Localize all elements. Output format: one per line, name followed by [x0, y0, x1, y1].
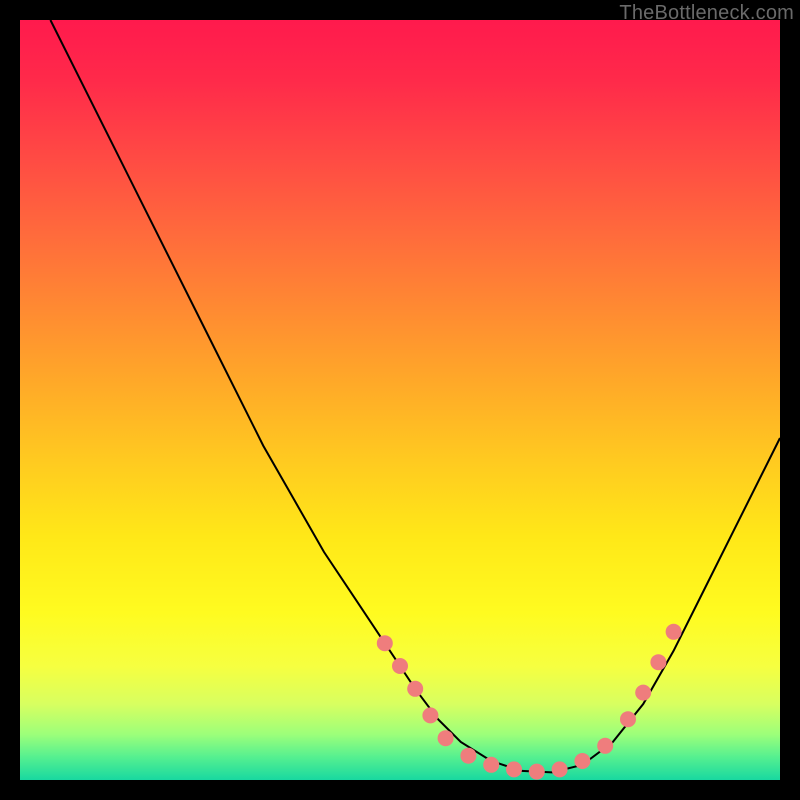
- curve-svg: [20, 20, 780, 780]
- curve-marker-dot: [506, 761, 522, 777]
- curve-marker-dot: [666, 624, 682, 640]
- curve-marker-dot: [377, 635, 393, 651]
- curve-marker-dot: [438, 730, 454, 746]
- curve-marker-dot: [392, 658, 408, 674]
- plot-area: [20, 20, 780, 780]
- chart-frame: TheBottleneck.com: [0, 0, 800, 800]
- curve-markers: [377, 624, 682, 780]
- curve-marker-dot: [422, 707, 438, 723]
- bottleneck-curve-path: [50, 20, 780, 772]
- curve-marker-dot: [460, 748, 476, 764]
- curve-marker-dot: [635, 685, 651, 701]
- curve-marker-dot: [552, 761, 568, 777]
- curve-marker-dot: [650, 654, 666, 670]
- curve-marker-dot: [574, 753, 590, 769]
- curve-marker-dot: [407, 681, 423, 697]
- curve-marker-dot: [597, 738, 613, 754]
- curve-marker-dot: [620, 711, 636, 727]
- curve-marker-dot: [483, 757, 499, 773]
- curve-marker-dot: [529, 764, 545, 780]
